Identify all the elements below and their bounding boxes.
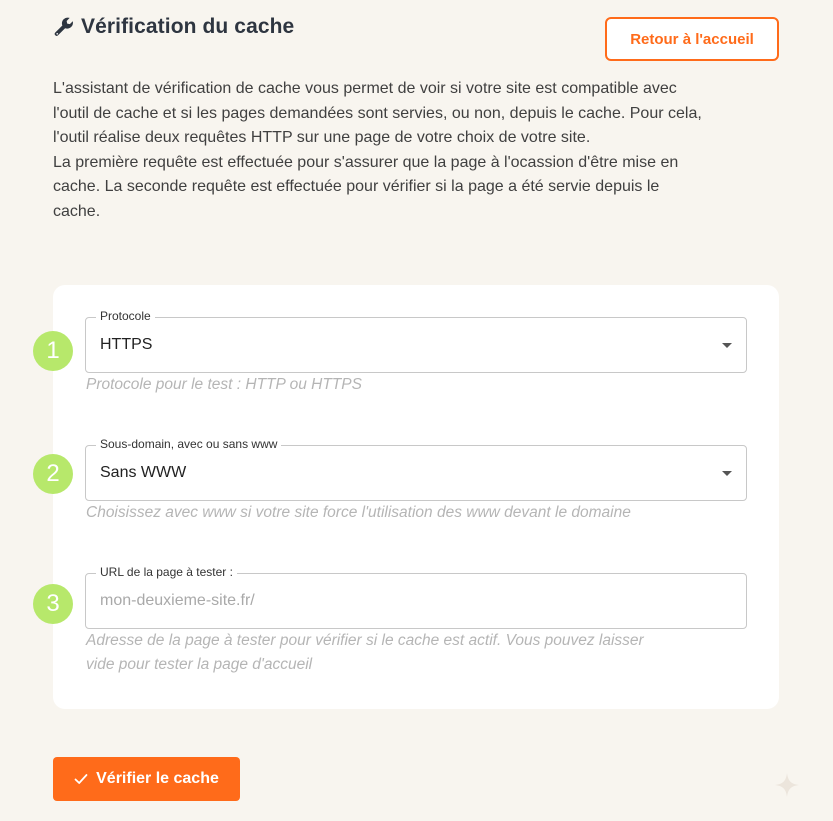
intro-line: cache. La seconde requête est effectuée … [53, 178, 660, 195]
helper-line: vide pour tester la page d'accueil [86, 656, 313, 673]
intro-line: l'outil de cache et si les pages demandé… [53, 104, 702, 122]
subdomain-select[interactable]: Sous-domain, avec ou sans www Sans WWW [85, 437, 747, 501]
helper-line: Adresse de la page à tester pour vérifie… [86, 632, 644, 649]
step-1-badge: 1 [33, 331, 73, 371]
page-url-field[interactable]: URL de la page à tester : [85, 565, 747, 629]
page-header: Vérification du cache [53, 15, 294, 39]
dropdown-caret-icon [722, 343, 732, 348]
intro-line: cache. [53, 202, 101, 220]
protocol-helper-text: Protocole pour le test : HTTP ou HTTPS [86, 376, 362, 393]
back-to-home-button[interactable]: Retour à l'accueil [605, 17, 779, 61]
page-url-helper-text: Adresse de la page à tester pour vérifie… [86, 629, 746, 677]
sparkle-icon [774, 772, 800, 798]
verify-cache-label: Vérifier le cache [96, 770, 219, 787]
intro-line: La première requête est effectuée pour s… [53, 153, 679, 171]
page-url-input[interactable] [86, 574, 746, 628]
step-3-badge: 3 [33, 584, 73, 624]
dropdown-caret-icon [722, 471, 732, 476]
intro-text: L'assistant de vérification de cache vou… [53, 77, 783, 224]
subdomain-value: Sans WWW [100, 464, 187, 481]
step-2-badge: 2 [33, 454, 73, 494]
verify-cache-button[interactable]: Vérifier le cache [53, 757, 240, 801]
protocol-value: HTTPS [100, 336, 153, 353]
subdomain-helper-text: Choisissez avec www si votre site force … [86, 504, 631, 521]
protocol-select[interactable]: Protocole HTTPS [85, 309, 747, 373]
cache-check-page: Vérification du cache Retour à l'accueil… [0, 0, 833, 821]
wrench-icon [53, 16, 75, 38]
page-title: Vérification du cache [81, 15, 295, 38]
intro-line: l'outil réalise deux requêtes HTTP sur u… [53, 129, 591, 146]
check-icon [74, 772, 88, 786]
intro-line: L'assistant de vérification de cache vou… [53, 80, 677, 97]
page-url-label: URL de la page à tester : [96, 565, 237, 579]
